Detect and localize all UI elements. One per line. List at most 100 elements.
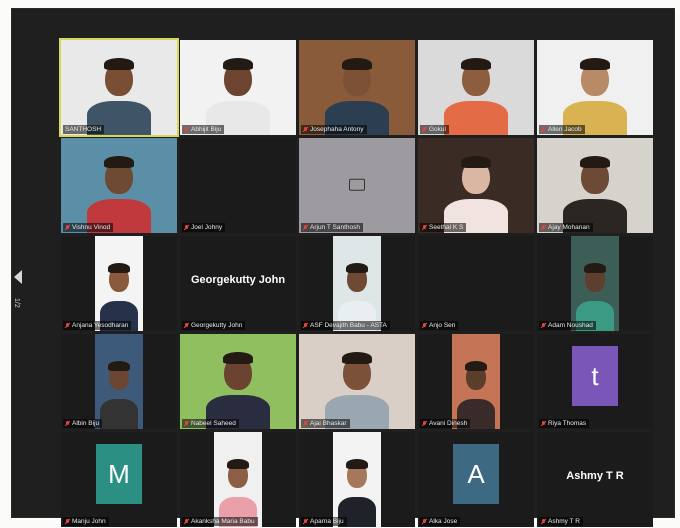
participant-video — [61, 138, 177, 233]
muted-mic-icon — [65, 224, 70, 231]
participant-name: Riya Thomas — [548, 420, 587, 427]
participant-tile[interactable]: Arjun T Santhosh — [299, 138, 415, 233]
participant-name: Alka Jose — [429, 518, 458, 525]
muted-mic-icon — [303, 224, 308, 231]
participant-name: Albin Biju — [72, 420, 100, 427]
participant-name-tag: Avani Dinesh — [420, 419, 471, 428]
muted-mic-icon — [303, 322, 308, 329]
participant-name: Vishnu Vinod — [72, 224, 111, 231]
participant-video — [418, 40, 534, 135]
participant-tile[interactable]: Vishnu Vinod — [61, 138, 177, 233]
participant-video — [299, 138, 415, 233]
participant-tile[interactable]: Anjana Yesodharan — [61, 236, 177, 331]
participant-name-tag: Anjana Yesodharan — [63, 321, 132, 330]
participant-tile[interactable]: SANTHOSH — [61, 40, 177, 135]
participant-video — [95, 236, 143, 331]
participant-name-tag: Josephaha Antony — [301, 125, 367, 134]
participant-name-tag: Seethal K S — [420, 223, 467, 232]
participant-tile[interactable]: ASF Devajith Babu - ASTA — [299, 236, 415, 331]
participant-name: Akanksha Maria Babu — [191, 518, 255, 525]
participant-name-tag: SANTHOSH — [63, 125, 105, 134]
participant-name: Georgekutty John — [191, 322, 243, 329]
participant-name-tag: Anjo Sen — [420, 321, 459, 330]
participant-name-tag: Gokul — [420, 125, 449, 134]
participant-name: Arjun T Santhosh — [310, 224, 360, 231]
participant-tile[interactable]: Ajay Mohanan — [537, 138, 653, 233]
participant-video — [214, 432, 262, 527]
participant-video — [418, 138, 534, 233]
participant-name-tag: Allen Jacob — [539, 125, 585, 134]
participant-tile[interactable]: Seethal K S — [418, 138, 534, 233]
participant-name-tag: Ajai Bhaskar — [301, 419, 350, 428]
participant-tile[interactable]: A Alka Jose — [418, 432, 534, 527]
muted-mic-icon — [422, 224, 427, 231]
participant-name-tag: ASF Devajith Babu - ASTA — [301, 321, 390, 330]
participant-video — [95, 334, 143, 429]
meeting-window: 1/2 SANTHOSH Abhijit Biju Josephaha Antony… — [11, 8, 675, 527]
muted-mic-icon — [541, 322, 546, 329]
participant-name: Nabeel Saheed — [191, 420, 236, 427]
participant-video — [333, 236, 381, 331]
participant-tile[interactable]: Adam Noushad — [537, 236, 653, 331]
participant-name-tag: Akanksha Maria Babu — [182, 517, 258, 526]
participant-tile[interactable]: Josephaha Antony — [299, 40, 415, 135]
participant-name-tag: Georgekutty John — [182, 321, 246, 330]
muted-mic-icon — [65, 420, 70, 427]
participant-tile[interactable]: M Manju John — [61, 432, 177, 527]
participant-tile[interactable]: Akanksha Maria Babu — [180, 432, 296, 527]
participant-tile[interactable]: Avani Dinesh — [418, 334, 534, 429]
muted-mic-icon — [184, 126, 189, 133]
participant-video — [299, 40, 415, 135]
participant-tile[interactable]: Anjo Sen — [418, 236, 534, 331]
muted-mic-icon — [65, 322, 70, 329]
participant-name: Anjo Sen — [429, 322, 456, 329]
participant-tile[interactable]: Ajai Bhaskar — [299, 334, 415, 429]
participant-name: Abhijit Biju — [191, 126, 222, 133]
participant-tile[interactable]: Georgekutty John Georgekutty John — [180, 236, 296, 331]
participant-name: Adam Noushad — [548, 322, 593, 329]
participant-tile[interactable]: t Riya Thomas — [537, 334, 653, 429]
muted-mic-icon — [65, 518, 70, 525]
participant-video — [452, 334, 500, 429]
participant-name: Seethal K S — [429, 224, 464, 231]
participant-tile[interactable]: Gokul — [418, 40, 534, 135]
participant-name: ASF Devajith Babu - ASTA — [310, 322, 387, 329]
participant-video — [180, 334, 296, 429]
participant-name: Ajai Bhaskar — [310, 420, 347, 427]
muted-mic-icon — [184, 518, 189, 525]
participant-video — [299, 334, 415, 429]
participant-tile[interactable]: Ashmy T R Ashmy T R — [537, 432, 653, 527]
participant-video — [571, 236, 619, 331]
participant-name: Josephaha Antony — [310, 126, 364, 133]
participant-video — [61, 40, 177, 135]
participant-name-tag: Aparna Biju — [301, 517, 347, 526]
muted-mic-icon — [422, 126, 427, 133]
participant-name-tag: Vishnu Vinod — [63, 223, 114, 232]
participant-name: Ashmy T R — [548, 518, 580, 525]
participant-tile[interactable]: Abhijit Biju — [180, 40, 296, 135]
participant-display-name: Georgekutty John — [190, 274, 286, 286]
participant-tile[interactable]: Joel Johny — [180, 138, 296, 233]
participant-name: SANTHOSH — [65, 126, 102, 133]
participant-tile[interactable]: Albin Biju — [61, 334, 177, 429]
muted-mic-icon — [184, 224, 189, 231]
participant-name-tag: Riya Thomas — [539, 419, 590, 428]
participant-video — [537, 40, 653, 135]
muted-mic-icon — [541, 420, 546, 427]
muted-mic-icon — [303, 126, 308, 133]
participant-name-tag: Abhijit Biju — [182, 125, 225, 134]
participant-name: Joel Johny — [191, 224, 223, 231]
camera-off-icon — [349, 178, 365, 191]
participant-name-tag: Albin Biju — [63, 419, 103, 428]
participant-video — [180, 40, 296, 135]
participant-tile[interactable]: Allen Jacob — [537, 40, 653, 135]
participant-name: Ajay Mohanan — [548, 224, 590, 231]
muted-mic-icon — [303, 518, 308, 525]
participant-name-tag: Ajay Mohanan — [539, 223, 593, 232]
previous-page-arrow-icon[interactable] — [14, 270, 22, 284]
muted-mic-icon — [422, 420, 427, 427]
muted-mic-icon — [541, 126, 546, 133]
participant-tile[interactable]: Aparna Biju — [299, 432, 415, 527]
participant-video — [537, 138, 653, 233]
participant-tile[interactable]: Nabeel Saheed — [180, 334, 296, 429]
